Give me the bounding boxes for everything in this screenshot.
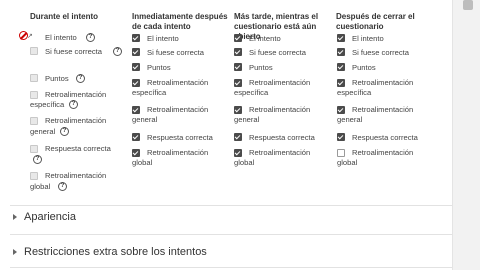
later-item-label: Retroalimentación bbox=[249, 148, 311, 157]
after-item-label: Retroalimentación bbox=[352, 148, 414, 157]
later-checkbox[interactable] bbox=[234, 79, 242, 87]
header-later-line1: Más tarde, mientras el bbox=[234, 12, 319, 21]
immediately-item-label: El intento bbox=[147, 34, 179, 43]
immediately-checkbox[interactable] bbox=[132, 34, 140, 42]
scrollbar-track[interactable] bbox=[452, 0, 480, 270]
header-immediately-line1: Inmediatamente después bbox=[132, 12, 228, 21]
chevron-right-icon bbox=[13, 214, 17, 220]
header-during: Durante el intento bbox=[30, 12, 99, 21]
immediately-item-label: Retroalimentación bbox=[147, 78, 209, 87]
later-item-label: Puntos bbox=[249, 63, 273, 72]
later-item-label: El intento bbox=[249, 34, 281, 43]
after-checkbox[interactable] bbox=[337, 48, 345, 56]
immediately-item-label: general bbox=[132, 115, 158, 124]
during-item-label: global bbox=[30, 182, 51, 191]
help-icon[interactable]: ? bbox=[58, 182, 67, 191]
header-after: Después de cerrar el cuestionario bbox=[336, 12, 415, 32]
immediately-item-label: Retroalimentación bbox=[147, 105, 209, 114]
help-icon[interactable]: ? bbox=[86, 33, 95, 42]
later-item-label: global bbox=[234, 158, 255, 167]
immediately-checkbox[interactable] bbox=[132, 149, 140, 157]
immediately-checkbox[interactable] bbox=[132, 63, 140, 71]
immediately-checkbox[interactable] bbox=[132, 106, 140, 114]
during-item-label: Respuesta correcta bbox=[45, 144, 111, 153]
during-checkbox[interactable] bbox=[30, 117, 38, 125]
later-item-label: general bbox=[234, 115, 260, 124]
header-immediately: Inmediatamente después de cada intento bbox=[132, 12, 228, 32]
later-checkbox[interactable] bbox=[234, 34, 242, 42]
after-item-label: Respuesta correcta bbox=[352, 133, 418, 142]
during-checkbox[interactable] bbox=[30, 91, 38, 99]
section-appearance-toggle[interactable]: Apariencia bbox=[13, 211, 213, 225]
after-checkbox[interactable] bbox=[337, 63, 345, 71]
during-checkbox[interactable] bbox=[30, 172, 38, 180]
header-later-line2: cuestionario está aún bbox=[234, 22, 317, 31]
chevron-right-icon bbox=[13, 249, 17, 255]
later-item-label: Si fuese correcta bbox=[249, 48, 306, 57]
during-item-label: Retroalimentación bbox=[45, 116, 107, 125]
help-icon[interactable]: ? bbox=[69, 100, 78, 109]
cursor-icon: ↗ bbox=[27, 33, 33, 40]
during-item-label: Retroalimentación bbox=[45, 90, 107, 99]
help-icon[interactable]: ? bbox=[33, 155, 42, 164]
section-restrictions-title: Restricciones extra sobre los intentos bbox=[24, 246, 207, 258]
after-checkbox[interactable] bbox=[337, 79, 345, 87]
immediately-item-label: Respuesta correcta bbox=[147, 133, 213, 142]
after-item-label: Puntos bbox=[352, 63, 376, 72]
after-item-label: global bbox=[337, 158, 358, 167]
after-checkbox[interactable] bbox=[337, 149, 345, 157]
later-item-label: Respuesta correcta bbox=[249, 133, 315, 142]
during-item-label: Si fuese correcta bbox=[45, 47, 102, 56]
immediately-item-label: Si fuese correcta bbox=[147, 48, 204, 57]
later-checkbox[interactable] bbox=[234, 63, 242, 71]
divider bbox=[10, 267, 452, 268]
after-item-label: Si fuese correcta bbox=[352, 48, 409, 57]
after-item-label: Retroalimentación bbox=[352, 105, 414, 114]
after-checkbox[interactable] bbox=[337, 133, 345, 141]
during-checkbox[interactable] bbox=[30, 74, 38, 82]
later-checkbox[interactable] bbox=[234, 133, 242, 141]
later-item-label: Retroalimentación bbox=[249, 78, 311, 87]
after-checkbox[interactable] bbox=[337, 34, 345, 42]
help-icon[interactable]: ? bbox=[60, 127, 69, 136]
during-item-label: El intento bbox=[45, 33, 77, 42]
immediately-checkbox[interactable] bbox=[132, 79, 140, 87]
after-checkbox[interactable] bbox=[337, 106, 345, 114]
after-item-label: específica bbox=[337, 88, 372, 97]
section-appearance-title: Apariencia bbox=[24, 211, 76, 223]
during-item-label: Retroalimentación bbox=[45, 171, 107, 180]
help-icon[interactable]: ? bbox=[113, 47, 122, 56]
immediately-checkbox[interactable] bbox=[132, 133, 140, 141]
later-checkbox[interactable] bbox=[234, 48, 242, 56]
during-item-label: general bbox=[30, 127, 56, 136]
later-item-label: Retroalimentación bbox=[249, 105, 311, 114]
divider bbox=[10, 234, 452, 235]
immediately-checkbox[interactable] bbox=[132, 48, 140, 56]
immediately-item-label: global bbox=[132, 158, 153, 167]
after-item-label: Retroalimentación bbox=[352, 78, 414, 87]
header-after-line2: cuestionario bbox=[336, 22, 384, 31]
during-item-label: específica bbox=[30, 100, 65, 109]
section-restrictions-toggle[interactable]: Restricciones extra sobre los intentos bbox=[13, 246, 273, 260]
after-item-label: general bbox=[337, 115, 363, 124]
later-checkbox[interactable] bbox=[234, 106, 242, 114]
header-after-line1: Después de cerrar el bbox=[336, 12, 415, 21]
help-icon[interactable]: ? bbox=[76, 74, 85, 83]
during-checkbox[interactable] bbox=[30, 47, 38, 55]
later-item-label: específica bbox=[234, 88, 269, 97]
after-item-label: El intento bbox=[352, 34, 384, 43]
during-item-label: Puntos bbox=[45, 74, 69, 83]
during-checkbox[interactable] bbox=[30, 145, 38, 153]
immediately-item-label: Retroalimentación bbox=[147, 148, 209, 157]
scrollbar-thumb[interactable] bbox=[463, 0, 473, 10]
divider bbox=[10, 205, 452, 206]
header-immediately-line2: de cada intento bbox=[132, 22, 191, 31]
immediately-item-label: específica bbox=[132, 88, 167, 97]
later-checkbox[interactable] bbox=[234, 149, 242, 157]
immediately-item-label: Puntos bbox=[147, 63, 171, 72]
